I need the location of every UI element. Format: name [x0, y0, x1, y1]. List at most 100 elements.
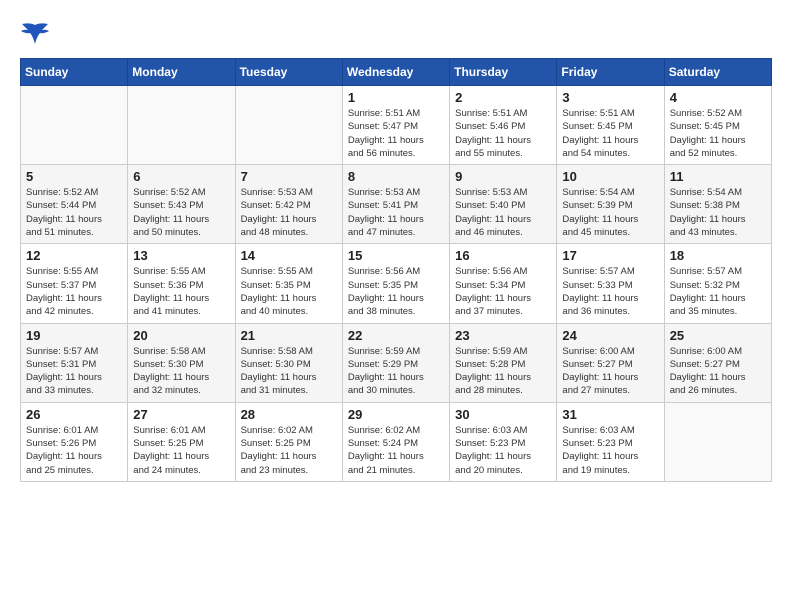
day-number: 16 — [455, 248, 551, 263]
calendar-day-30: 30 Sunrise: 6:03 AM Sunset: 5:23 PM Dayli… — [450, 402, 557, 481]
logo-bird-icon — [20, 20, 50, 48]
day-info: Sunrise: 5:51 AM Sunset: 5:46 PM Dayligh… — [455, 107, 551, 160]
calendar-day-31: 31 Sunrise: 6:03 AM Sunset: 5:23 PM Dayli… — [557, 402, 664, 481]
day-info: Sunrise: 5:59 AM Sunset: 5:28 PM Dayligh… — [455, 345, 551, 398]
calendar-day-28: 28 Sunrise: 6:02 AM Sunset: 5:25 PM Dayli… — [235, 402, 342, 481]
day-info: Sunrise: 5:55 AM Sunset: 5:36 PM Dayligh… — [133, 265, 229, 318]
calendar-day-2: 2 Sunrise: 5:51 AM Sunset: 5:46 PM Daylig… — [450, 86, 557, 165]
day-number: 4 — [670, 90, 766, 105]
day-info: Sunrise: 5:56 AM Sunset: 5:35 PM Dayligh… — [348, 265, 444, 318]
calendar-week-2: 5Sunrise: 5:52 AM Sunset: 5:44 PM Daylig… — [21, 165, 772, 244]
calendar-day-3: 3 Sunrise: 5:51 AM Sunset: 5:45 PM Daylig… — [557, 86, 664, 165]
calendar-day-8: 8 Sunrise: 5:53 AM Sunset: 5:41 PM Daylig… — [342, 165, 449, 244]
calendar-day-empty — [128, 86, 235, 165]
day-number: 27 — [133, 407, 229, 422]
day-info: Sunrise: 6:01 AM Sunset: 5:26 PM Dayligh… — [26, 424, 122, 477]
day-info: Sunrise: 6:02 AM Sunset: 5:25 PM Dayligh… — [241, 424, 337, 477]
weekday-header-thursday: Thursday — [450, 59, 557, 86]
day-number: 1 — [348, 90, 444, 105]
day-info: Sunrise: 5:52 AM Sunset: 5:45 PM Dayligh… — [670, 107, 766, 160]
weekday-header-wednesday: Wednesday — [342, 59, 449, 86]
calendar-day-17: 17 Sunrise: 5:57 AM Sunset: 5:33 PM Dayli… — [557, 244, 664, 323]
day-number: 3 — [562, 90, 658, 105]
day-number: 5 — [26, 169, 122, 184]
day-info: Sunrise: 5:53 AM Sunset: 5:40 PM Dayligh… — [455, 186, 551, 239]
day-number: 19 — [26, 328, 122, 343]
day-info: Sunrise: 5:58 AM Sunset: 5:30 PM Dayligh… — [133, 345, 229, 398]
calendar-day-15: 15 Sunrise: 5:56 AM Sunset: 5:35 PM Dayli… — [342, 244, 449, 323]
calendar-day-29: 29Sunrise: 6:02 AM Sunset: 5:24 PM Dayli… — [342, 402, 449, 481]
day-info: Sunrise: 6:03 AM Sunset: 5:23 PM Dayligh… — [562, 424, 658, 477]
day-number: 6 — [133, 169, 229, 184]
weekday-header-saturday: Saturday — [664, 59, 771, 86]
day-info: Sunrise: 5:58 AM Sunset: 5:30 PM Dayligh… — [241, 345, 337, 398]
day-number: 20 — [133, 328, 229, 343]
day-info: Sunrise: 5:53 AM Sunset: 5:41 PM Dayligh… — [348, 186, 444, 239]
day-number: 28 — [241, 407, 337, 422]
day-number: 17 — [562, 248, 658, 263]
calendar-table: SundayMondayTuesdayWednesdayThursdayFrid… — [20, 58, 772, 482]
day-number: 13 — [133, 248, 229, 263]
day-info: Sunrise: 5:53 AM Sunset: 5:42 PM Dayligh… — [241, 186, 337, 239]
calendar-day-empty — [235, 86, 342, 165]
day-info: Sunrise: 5:55 AM Sunset: 5:35 PM Dayligh… — [241, 265, 337, 318]
day-info: Sunrise: 5:57 AM Sunset: 5:33 PM Dayligh… — [562, 265, 658, 318]
day-info: Sunrise: 5:57 AM Sunset: 5:31 PM Dayligh… — [26, 345, 122, 398]
day-number: 10 — [562, 169, 658, 184]
day-info: Sunrise: 6:02 AM Sunset: 5:24 PM Dayligh… — [348, 424, 444, 477]
day-number: 21 — [241, 328, 337, 343]
calendar-day-1: 1Sunrise: 5:51 AM Sunset: 5:47 PM Daylig… — [342, 86, 449, 165]
day-number: 30 — [455, 407, 551, 422]
calendar-day-27: 27Sunrise: 6:01 AM Sunset: 5:25 PM Dayli… — [128, 402, 235, 481]
calendar-day-empty — [664, 402, 771, 481]
weekday-header-friday: Friday — [557, 59, 664, 86]
day-info: Sunrise: 5:52 AM Sunset: 5:43 PM Dayligh… — [133, 186, 229, 239]
day-number: 14 — [241, 248, 337, 263]
calendar-day-26: 26 Sunrise: 6:01 AM Sunset: 5:26 PM Dayli… — [21, 402, 128, 481]
calendar-day-empty — [21, 86, 128, 165]
calendar-day-21: 21 Sunrise: 5:58 AM Sunset: 5:30 PM Dayli… — [235, 323, 342, 402]
calendar-day-18: 18 Sunrise: 5:57 AM Sunset: 5:32 PM Dayli… — [664, 244, 771, 323]
day-number: 24 — [562, 328, 658, 343]
day-info: Sunrise: 5:55 AM Sunset: 5:37 PM Dayligh… — [26, 265, 122, 318]
calendar-day-20: 20 Sunrise: 5:58 AM Sunset: 5:30 PM Dayli… — [128, 323, 235, 402]
day-info: Sunrise: 5:57 AM Sunset: 5:32 PM Dayligh… — [670, 265, 766, 318]
page-header — [20, 20, 772, 48]
calendar-week-3: 12 Sunrise: 5:55 AM Sunset: 5:37 PM Dayli… — [21, 244, 772, 323]
day-number: 25 — [670, 328, 766, 343]
day-info: Sunrise: 5:54 AM Sunset: 5:39 PM Dayligh… — [562, 186, 658, 239]
day-number: 15 — [348, 248, 444, 263]
day-info: Sunrise: 5:59 AM Sunset: 5:29 PM Dayligh… — [348, 345, 444, 398]
day-number: 12 — [26, 248, 122, 263]
calendar-day-11: 11 Sunrise: 5:54 AM Sunset: 5:38 PM Dayli… — [664, 165, 771, 244]
calendar-day-4: 4 Sunrise: 5:52 AM Sunset: 5:45 PM Daylig… — [664, 86, 771, 165]
day-number: 31 — [562, 407, 658, 422]
day-info: Sunrise: 5:56 AM Sunset: 5:34 PM Dayligh… — [455, 265, 551, 318]
day-number: 18 — [670, 248, 766, 263]
weekday-header-tuesday: Tuesday — [235, 59, 342, 86]
calendar-day-13: 13 Sunrise: 5:55 AM Sunset: 5:36 PM Dayli… — [128, 244, 235, 323]
calendar-day-6: 6 Sunrise: 5:52 AM Sunset: 5:43 PM Daylig… — [128, 165, 235, 244]
calendar-week-5: 26 Sunrise: 6:01 AM Sunset: 5:26 PM Dayli… — [21, 402, 772, 481]
day-info: Sunrise: 6:03 AM Sunset: 5:23 PM Dayligh… — [455, 424, 551, 477]
day-info: Sunrise: 6:00 AM Sunset: 5:27 PM Dayligh… — [670, 345, 766, 398]
calendar-day-24: 24 Sunrise: 6:00 AM Sunset: 5:27 PM Dayli… — [557, 323, 664, 402]
calendar-day-19: 19 Sunrise: 5:57 AM Sunset: 5:31 PM Dayli… — [21, 323, 128, 402]
day-info: Sunrise: 6:00 AM Sunset: 5:27 PM Dayligh… — [562, 345, 658, 398]
day-number: 23 — [455, 328, 551, 343]
day-info: Sunrise: 5:54 AM Sunset: 5:38 PM Dayligh… — [670, 186, 766, 239]
calendar-week-4: 19 Sunrise: 5:57 AM Sunset: 5:31 PM Dayli… — [21, 323, 772, 402]
calendar-week-1: 1Sunrise: 5:51 AM Sunset: 5:47 PM Daylig… — [21, 86, 772, 165]
calendar-day-16: 16 Sunrise: 5:56 AM Sunset: 5:34 PM Dayli… — [450, 244, 557, 323]
day-info: Sunrise: 5:51 AM Sunset: 5:45 PM Dayligh… — [562, 107, 658, 160]
day-number: 26 — [26, 407, 122, 422]
day-number: 11 — [670, 169, 766, 184]
calendar-day-23: 23 Sunrise: 5:59 AM Sunset: 5:28 PM Dayli… — [450, 323, 557, 402]
day-number: 2 — [455, 90, 551, 105]
day-number: 9 — [455, 169, 551, 184]
calendar-day-22: 22Sunrise: 5:59 AM Sunset: 5:29 PM Dayli… — [342, 323, 449, 402]
calendar-day-7: 7Sunrise: 5:53 AM Sunset: 5:42 PM Daylig… — [235, 165, 342, 244]
weekday-header-monday: Monday — [128, 59, 235, 86]
day-number: 8 — [348, 169, 444, 184]
calendar-day-12: 12 Sunrise: 5:55 AM Sunset: 5:37 PM Dayli… — [21, 244, 128, 323]
